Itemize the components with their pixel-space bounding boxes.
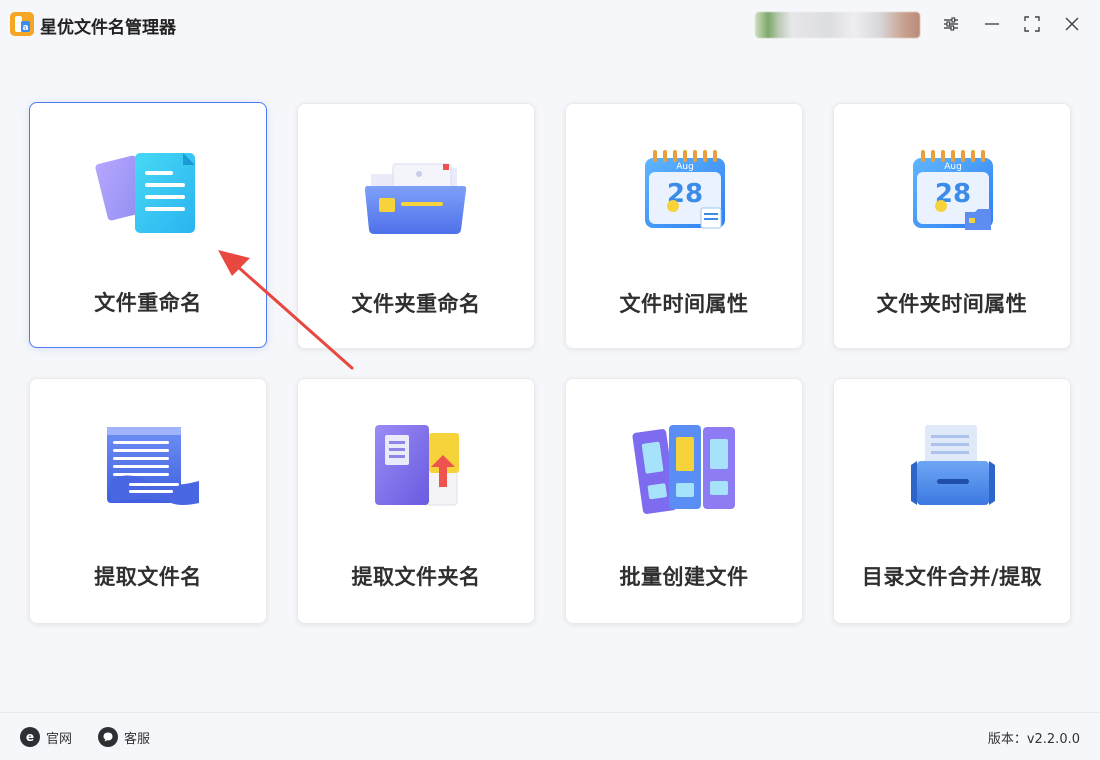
calendar-folder-icon: Aug 28 (913, 150, 993, 230)
tool-card-folder-time[interactable]: Aug 28 文件夹时间属性 (833, 103, 1071, 349)
calendar-month: Aug (676, 162, 694, 172)
title-bar: a 星优文件名管理器 (0, 0, 1100, 48)
sliders-icon (944, 17, 958, 31)
support-label: 客服 (124, 731, 151, 747)
footer: e 官网 客服 版本：v2.2.0.0 (0, 712, 1100, 760)
app-title: 星优文件名管理器 (40, 18, 176, 38)
calendar-file-icon: Aug 28 (645, 150, 725, 229)
binders-icon (632, 425, 735, 514)
tool-label: 提取文件名 (94, 565, 202, 589)
tool-card-folder-rename[interactable]: 文件夹重命名 (297, 103, 535, 349)
tool-card-dir-merge-extract[interactable]: 目录文件合并/提取 (833, 378, 1071, 624)
tool-label: 文件重命名 (94, 291, 202, 315)
tool-label: 目录文件合并/提取 (861, 565, 1043, 589)
tool-label: 批量创建文件 (619, 565, 749, 589)
ie-icon: e (20, 727, 40, 747)
book-folder-icon (375, 425, 459, 506)
version-text: 版本：v2.2.0.0 (987, 732, 1080, 747)
tool-label: 提取文件夹名 (351, 565, 481, 589)
website-label: 官网 (46, 731, 73, 747)
logo-letter: a (22, 23, 28, 33)
settings-button[interactable] (937, 10, 965, 38)
document-rename-icon (95, 153, 195, 233)
tool-card-batch-create[interactable]: 批量创建文件 (565, 378, 803, 624)
tool-card-file-rename[interactable]: 文件重命名 (29, 102, 267, 348)
close-button[interactable] (1058, 10, 1086, 38)
tool-card-extract-foldernames[interactable]: 提取文件夹名 (297, 378, 535, 624)
website-link[interactable]: e 官网 (20, 727, 72, 747)
tool-label: 文件时间属性 (619, 292, 749, 316)
folder-rename-icon (365, 163, 467, 234)
chat-bubble-icon (98, 727, 118, 747)
maximize-button[interactable] (1018, 10, 1046, 38)
user-avatar-blurred[interactable] (755, 12, 920, 38)
minimize-button[interactable] (978, 10, 1006, 38)
tool-card-extract-filenames[interactable]: 提取文件名 (29, 378, 267, 624)
scroll-list-icon (107, 427, 199, 505)
minimize-icon (985, 23, 999, 25)
tool-label: 文件夹重命名 (351, 292, 481, 316)
file-drawer-icon (911, 425, 995, 505)
support-link[interactable]: 客服 (98, 727, 150, 747)
app-logo-icon: a (10, 12, 34, 36)
calendar-month: Aug (944, 162, 962, 172)
maximize-icon (1024, 16, 1040, 32)
tool-card-file-time[interactable]: Aug 28 文件时间属性 (565, 103, 803, 349)
tool-label: 文件夹时间属性 (876, 292, 1028, 316)
close-icon (1065, 17, 1079, 31)
